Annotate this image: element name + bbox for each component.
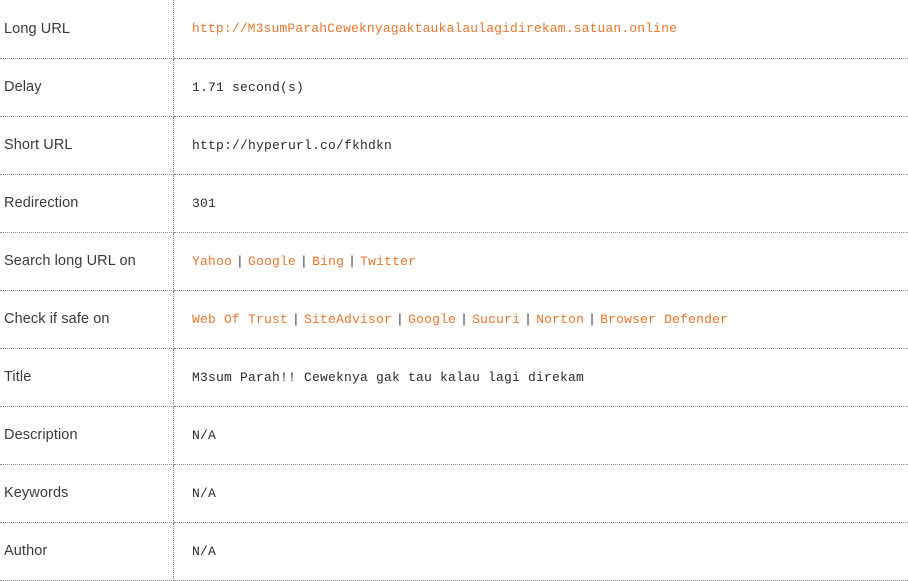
value-text: http://hyperurl.co/fkhdkn	[192, 138, 392, 153]
table-row: Keywords N/A	[0, 464, 908, 522]
service-link[interactable]: Google	[248, 254, 296, 269]
value-text: N/A	[192, 428, 216, 443]
link-separator: |	[520, 312, 536, 327]
link-separator: |	[288, 312, 304, 327]
link-separator: |	[392, 312, 408, 327]
row-label: Long URL	[0, 0, 174, 58]
value-text: N/A	[192, 544, 216, 559]
link-separator: |	[344, 254, 360, 269]
service-link[interactable]: Web Of Trust	[192, 312, 288, 327]
value-text: N/A	[192, 486, 216, 501]
table-row: Short URL http://hyperurl.co/fkhdkn	[0, 116, 908, 174]
value-text: 301	[192, 196, 216, 211]
long-url-link[interactable]: http://M3sumParahCeweknyagaktaukalaulagi…	[192, 21, 677, 36]
row-label: Short URL	[0, 116, 174, 174]
row-value: 1.71 second(s)	[174, 58, 908, 116]
row-value: N/A	[174, 406, 908, 464]
url-info-table: Long URL http://M3sumParahCeweknyagaktauk…	[0, 0, 908, 581]
row-label: Check if safe on	[0, 290, 174, 348]
service-link[interactable]: Norton	[536, 312, 584, 327]
row-value: N/A	[174, 522, 908, 580]
row-value: M3sum Parah!! Ceweknya gak tau kalau lag…	[174, 348, 908, 406]
service-link[interactable]: Sucuri	[472, 312, 520, 327]
table-row: Long URL http://M3sumParahCeweknyagaktauk…	[0, 0, 908, 58]
link-separator: |	[296, 254, 312, 269]
row-value: http://hyperurl.co/fkhdkn	[174, 116, 908, 174]
row-label: Description	[0, 406, 174, 464]
row-label: Search long URL on	[0, 232, 174, 290]
link-separator: |	[232, 254, 248, 269]
table-row: Check if safe onWeb Of Trust|SiteAdvisor…	[0, 290, 908, 348]
row-value: Yahoo|Google|Bing|Twitter	[174, 232, 908, 290]
link-separator: |	[584, 312, 600, 327]
value-text: M3sum Parah!! Ceweknya gak tau kalau lag…	[192, 370, 584, 385]
row-label: Keywords	[0, 464, 174, 522]
row-value: 301	[174, 174, 908, 232]
service-link[interactable]: Bing	[312, 254, 344, 269]
service-link[interactable]: Twitter	[360, 254, 416, 269]
service-link[interactable]: Browser Defender	[600, 312, 728, 327]
row-label: Redirection	[0, 174, 174, 232]
table-row: Redirection 301	[0, 174, 908, 232]
table-row: Author N/A	[0, 522, 908, 580]
row-label: Delay	[0, 58, 174, 116]
table-row: Search long URL onYahoo|Google|Bing|Twit…	[0, 232, 908, 290]
table-row: Delay 1.71 second(s)	[0, 58, 908, 116]
url-info-table-body: Long URL http://M3sumParahCeweknyagaktauk…	[0, 0, 908, 580]
service-link[interactable]: Google	[408, 312, 456, 327]
value-text: 1.71 second(s)	[192, 80, 304, 95]
table-row: Title M3sum Parah!! Ceweknya gak tau kala…	[0, 348, 908, 406]
row-value: N/A	[174, 464, 908, 522]
row-value: Web Of Trust|SiteAdvisor|Google|Sucuri|N…	[174, 290, 908, 348]
service-link[interactable]: SiteAdvisor	[304, 312, 392, 327]
row-label: Author	[0, 522, 174, 580]
service-link[interactable]: Yahoo	[192, 254, 232, 269]
row-label: Title	[0, 348, 174, 406]
link-separator: |	[456, 312, 472, 327]
row-value: http://M3sumParahCeweknyagaktaukalaulagi…	[174, 0, 908, 58]
table-row: Description N/A	[0, 406, 908, 464]
